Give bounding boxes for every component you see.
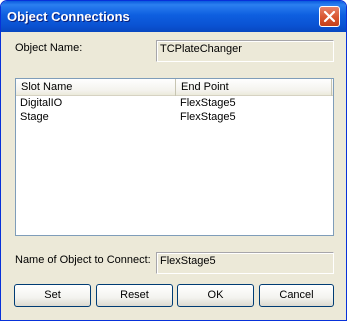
connect-object-label: Name of Object to Connect: — [15, 254, 151, 266]
column-header-end-point[interactable]: End Point — [176, 79, 332, 96]
ok-button[interactable]: OK — [177, 284, 254, 307]
close-button[interactable] — [319, 6, 340, 27]
list-header: Slot Name End Point — [16, 79, 333, 96]
end-point-cell: FlexStage5 — [180, 97, 236, 109]
end-point-cell: FlexStage5 — [180, 111, 236, 123]
object-name-label: Object Name: — [15, 42, 83, 54]
reset-button[interactable]: Reset — [96, 284, 173, 307]
connections-list[interactable]: Slot Name End Point DigitalIO FlexStage5… — [15, 78, 334, 236]
cancel-button[interactable]: Cancel — [259, 284, 334, 307]
object-name-field: TCPlateChanger — [156, 40, 334, 62]
list-row[interactable]: Stage FlexStage5 — [16, 111, 333, 125]
object-connections-dialog: Object Connections Object Name: TCPlateC… — [0, 0, 347, 321]
set-button[interactable]: Set — [14, 284, 91, 307]
slot-name-cell: Stage — [20, 111, 49, 123]
title-bar[interactable]: Object Connections — [1, 1, 346, 32]
column-header-slot-name[interactable]: Slot Name — [16, 79, 176, 96]
dialog-body: Object Name: TCPlateChanger Slot Name En… — [4, 32, 343, 319]
close-icon — [323, 10, 336, 23]
list-row[interactable]: DigitalIO FlexStage5 — [16, 97, 333, 111]
slot-name-cell: DigitalIO — [20, 97, 63, 109]
connect-object-field: FlexStage5 — [156, 252, 334, 274]
window-title: Object Connections — [7, 9, 130, 24]
